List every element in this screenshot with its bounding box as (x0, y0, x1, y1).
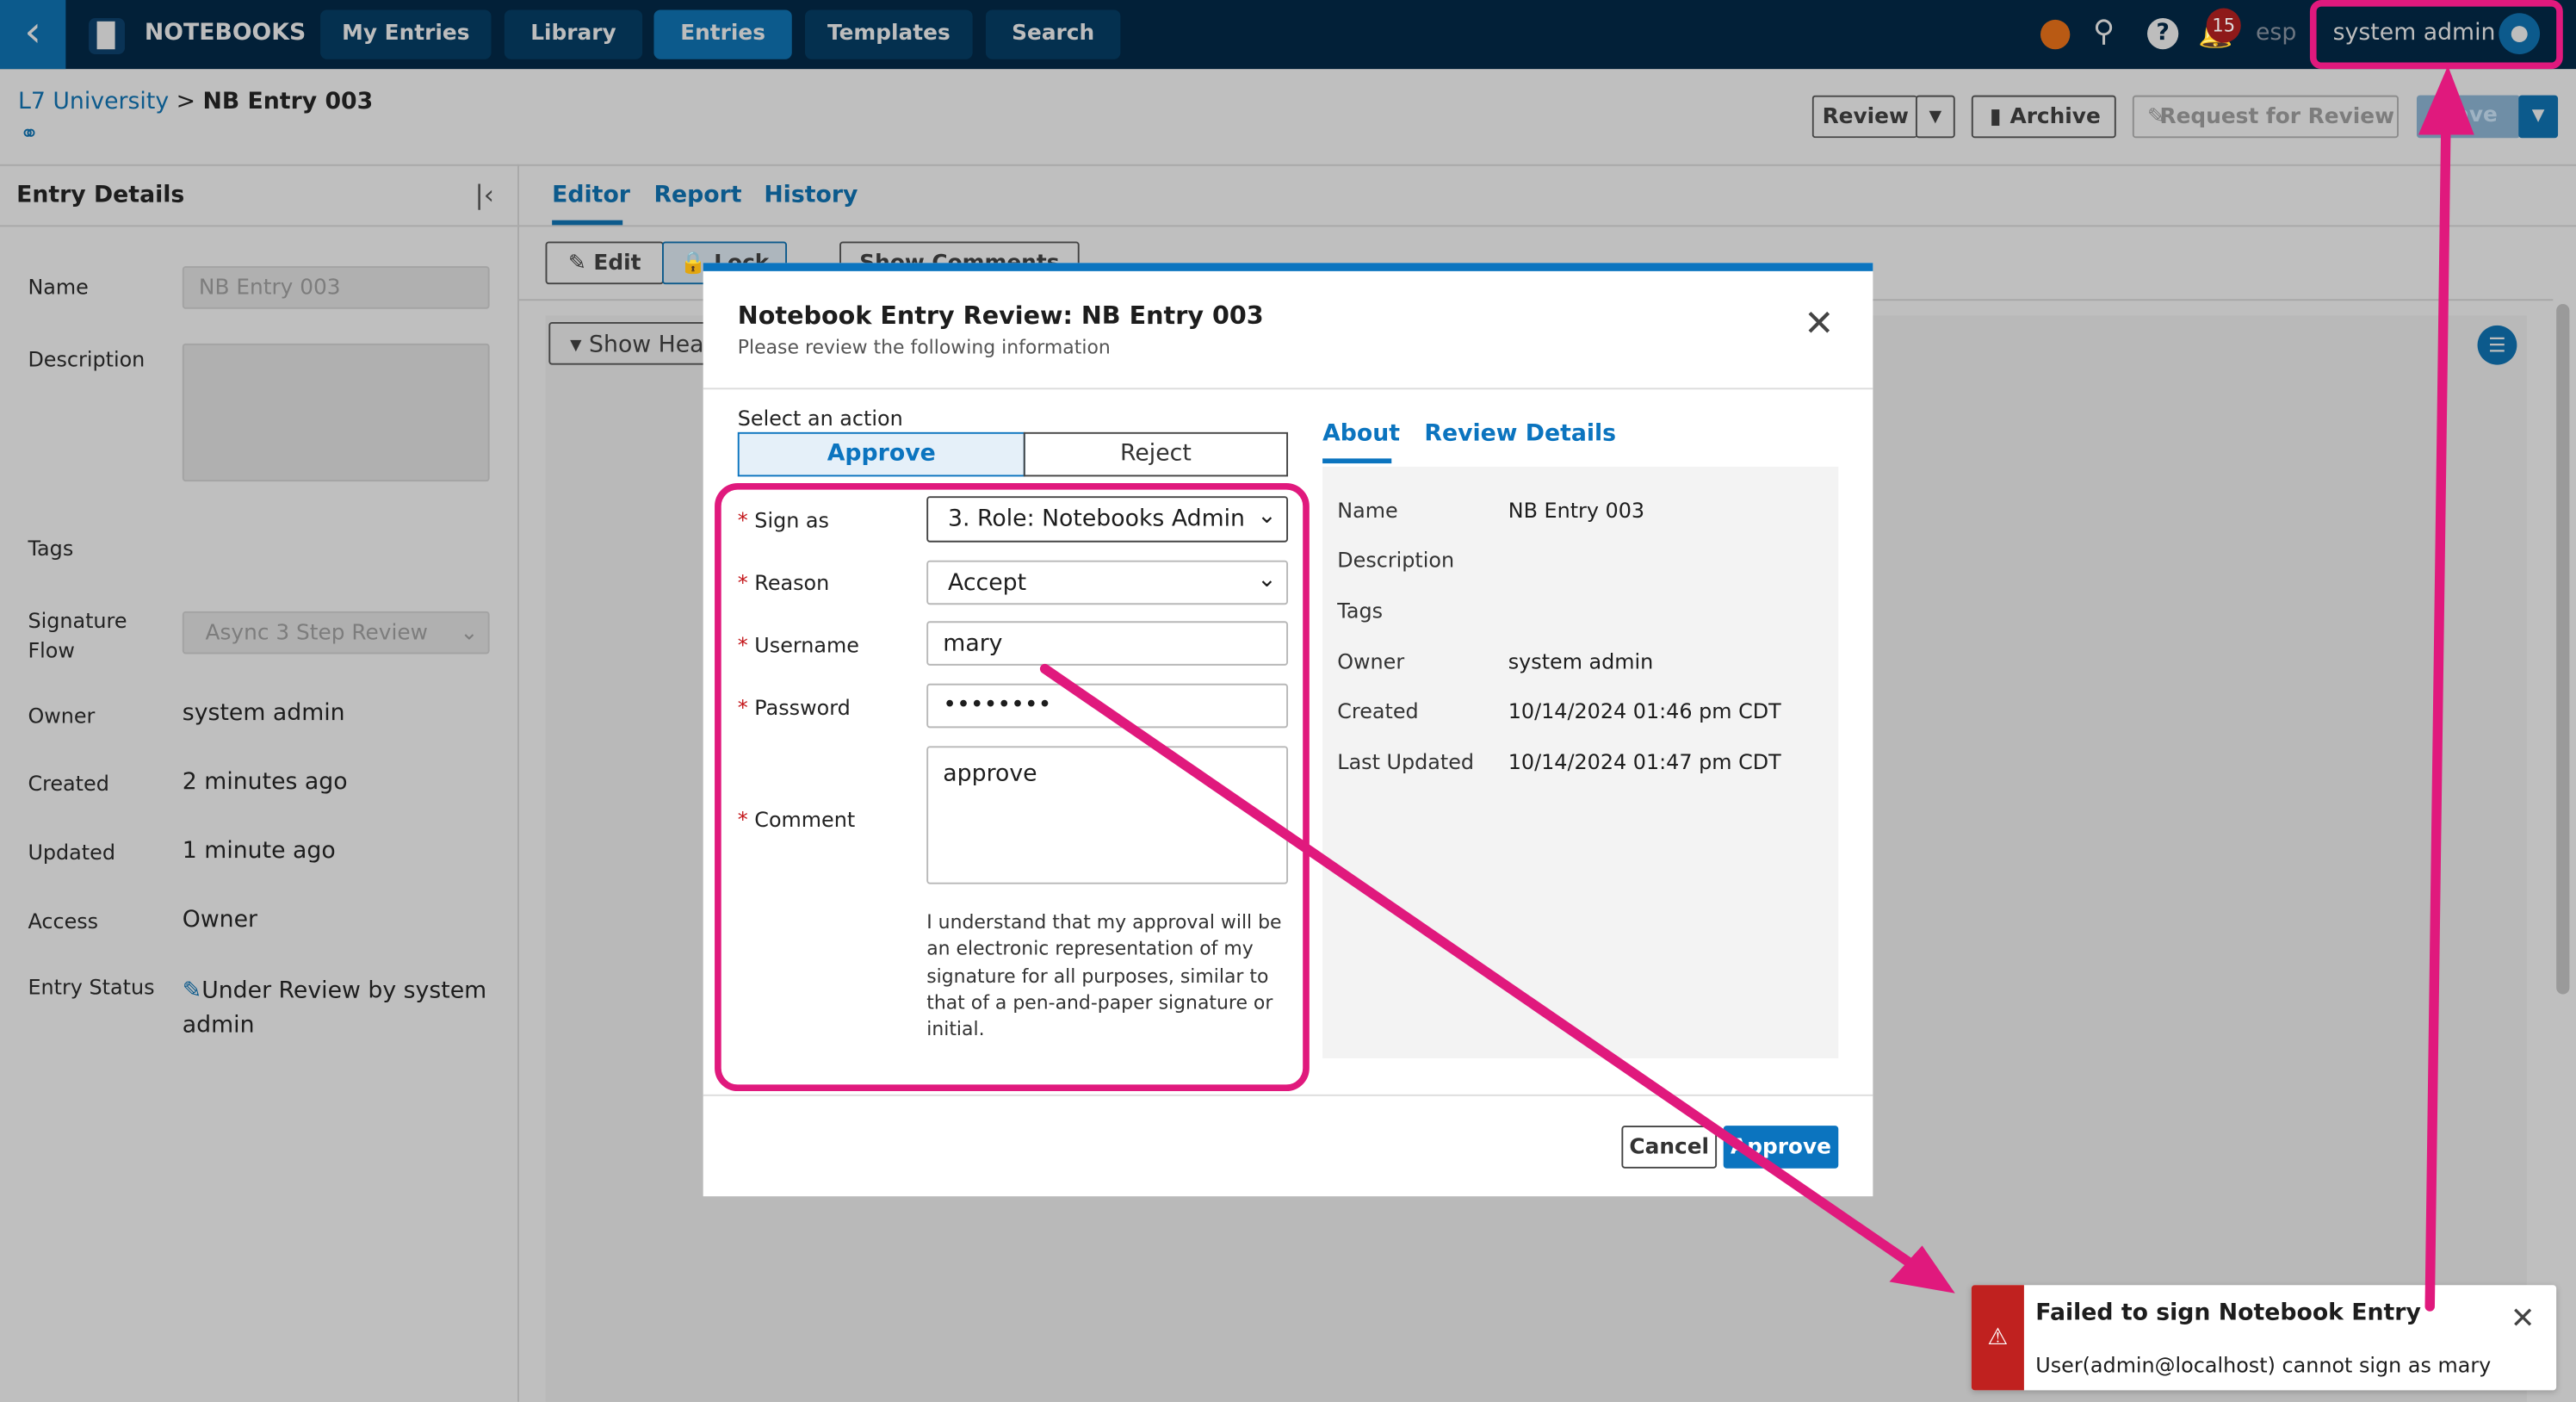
annotation-arrow-to-toast (1039, 663, 1931, 1279)
annotation-user-highlight (2309, 0, 2563, 70)
annotation-arrow-to-user (2424, 93, 2452, 1312)
annotation-arrowhead-user (2418, 65, 2474, 135)
annotation-overlay (715, 0, 2563, 1312)
